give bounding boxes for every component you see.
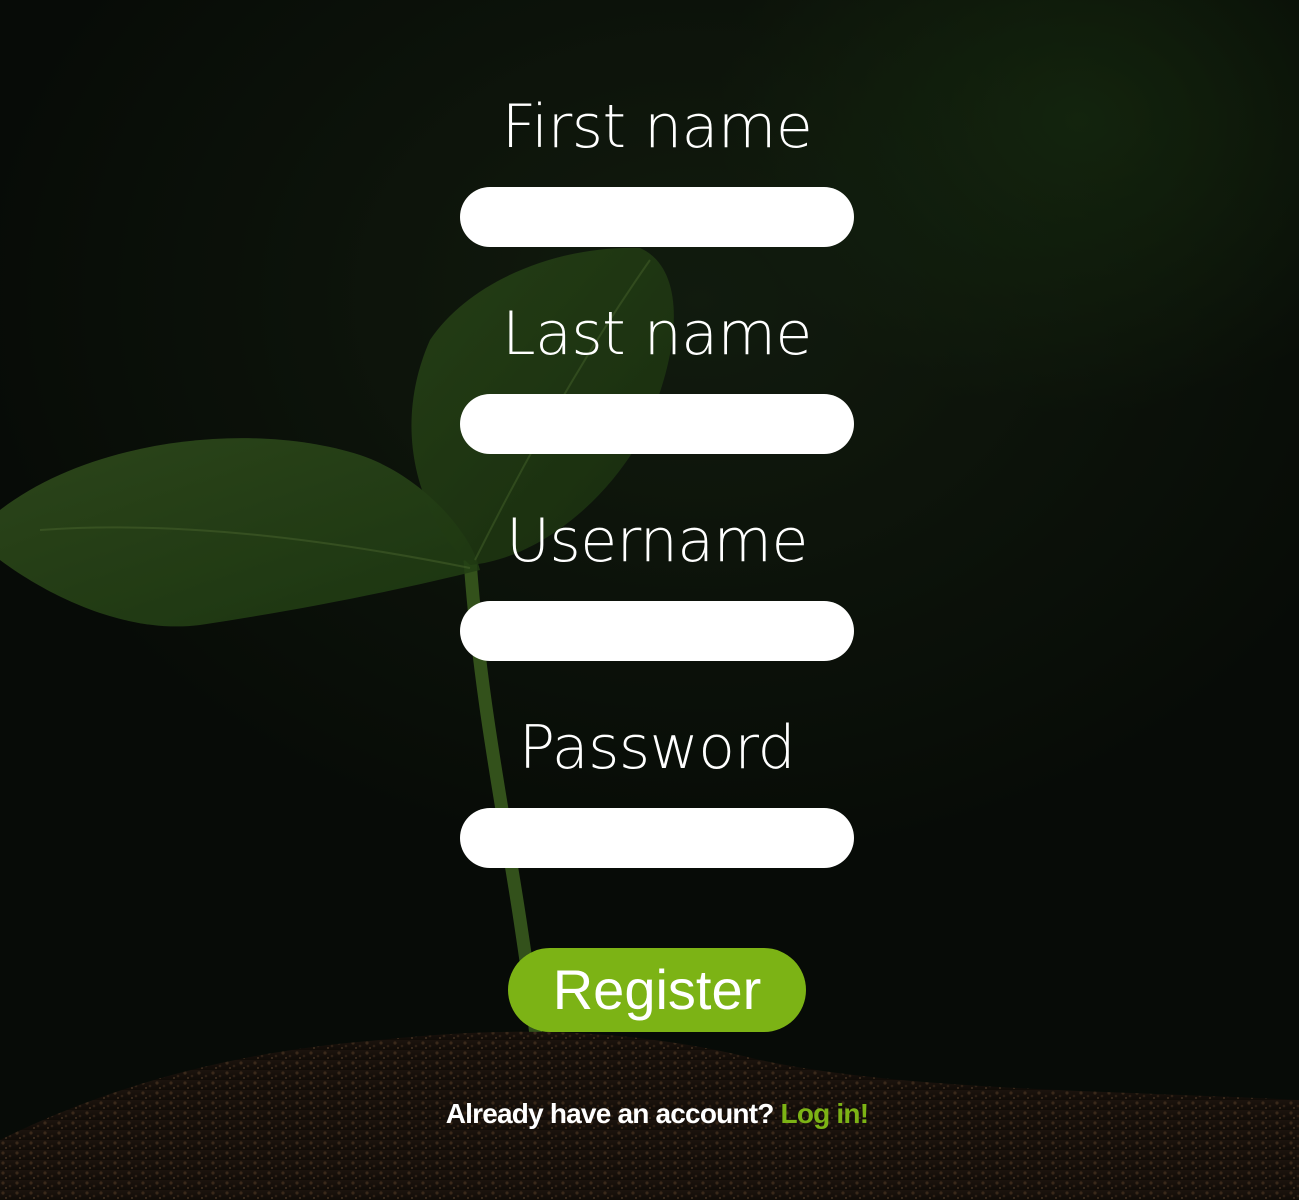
username-label: Username: [506, 506, 808, 576]
last-name-label: Last name: [502, 299, 812, 369]
login-prompt-text: Already have an account?: [445, 1098, 775, 1129]
username-input[interactable]: [460, 601, 854, 661]
first-name-label: First name: [501, 92, 813, 162]
register-button[interactable]: Register: [508, 948, 806, 1032]
login-prompt-row: Already have an account? Log in!: [0, 1098, 1299, 1130]
first-name-input[interactable]: [460, 187, 854, 247]
password-label: Password: [518, 713, 796, 783]
password-input[interactable]: [460, 808, 854, 868]
login-link[interactable]: Log in!: [781, 1098, 870, 1129]
registration-form: First name Last name Username Password R…: [0, 0, 1299, 1200]
last-name-input[interactable]: [460, 394, 854, 454]
